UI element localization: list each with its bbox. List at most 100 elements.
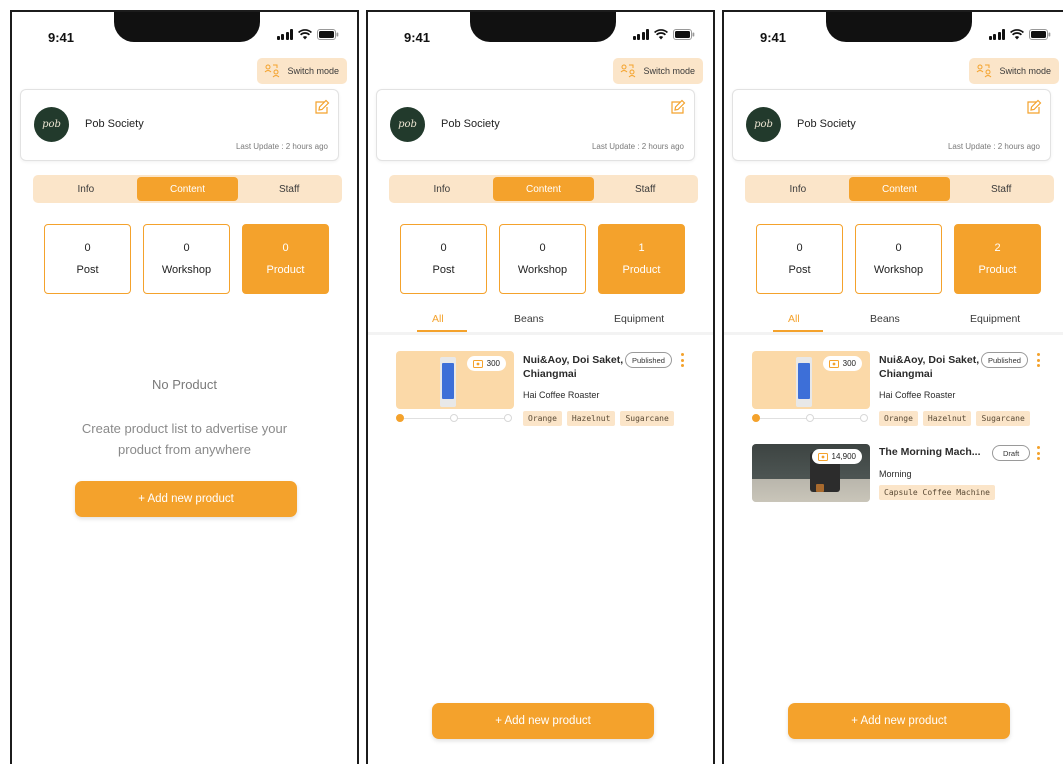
filter-beans[interactable]: Beans [870, 313, 900, 325]
more-options-icon[interactable] [681, 353, 685, 367]
filter-beans[interactable]: Beans [514, 313, 544, 325]
stat-workshop[interactable]: 0 Workshop [143, 224, 230, 294]
stat-post[interactable]: 0 Post [44, 224, 131, 294]
ticket-icon [472, 359, 483, 368]
pager-dot-active[interactable] [396, 414, 404, 422]
tab-bar: Info Content Staff [745, 175, 1054, 203]
pager-dot[interactable] [450, 414, 458, 422]
add-product-button[interactable]: + Add new product [788, 703, 1010, 739]
switch-mode-label: Switch mode [643, 66, 695, 76]
price-tag: 300 [822, 356, 862, 371]
tab-staff[interactable]: Staff [594, 177, 696, 201]
battery-icon [673, 29, 695, 40]
filter-all[interactable]: All [788, 313, 800, 325]
signal-icon [988, 29, 1005, 40]
filter-underline [417, 330, 467, 332]
ticket-icon [828, 359, 839, 368]
switch-mode-button[interactable]: Switch mode [969, 58, 1059, 84]
stat-count: 1 [638, 242, 645, 254]
more-options-icon[interactable] [1037, 446, 1041, 460]
status-time: 9:41 [48, 30, 75, 45]
battery-icon [317, 29, 339, 40]
screen-two-products: 9:41 Switch mode pob Pob Society Last Up… [722, 10, 1063, 764]
product-title[interactable]: Nui&Aoy, Doi Saket, Chiangmai [523, 353, 633, 381]
switch-mode-icon [977, 64, 992, 78]
stat-count: 0 [183, 242, 190, 254]
edit-icon[interactable] [314, 99, 330, 120]
stat-label: Post [432, 264, 455, 276]
wifi-icon [1010, 29, 1024, 40]
tab-info[interactable]: Info [35, 177, 137, 201]
add-product-button[interactable]: + Add new product [75, 481, 297, 517]
filter-equipment[interactable]: Equipment [970, 313, 1020, 325]
product-tags: Orange Hazelnut Sugarcane [879, 411, 1030, 426]
wifi-icon [298, 29, 312, 40]
tab-info[interactable]: Info [391, 177, 493, 201]
stat-workshop[interactable]: 0 Workshop [855, 224, 942, 294]
notch [470, 12, 616, 42]
last-update: Last Update : 2 hours ago [235, 142, 328, 151]
empty-title: No Product [151, 377, 218, 392]
screen-empty-products: 9:41 Switch mode pob Pob Society Last Up… [10, 10, 359, 764]
status-time: 9:41 [760, 30, 787, 45]
price-tag: 300 [466, 356, 506, 371]
signal-icon [632, 29, 649, 40]
coffee-cup-image [816, 484, 824, 492]
filter-tabs: All Beans Equipment [368, 309, 713, 335]
tab-staff[interactable]: Staff [238, 177, 340, 201]
empty-description: Create product list to advertise your pr… [81, 421, 288, 457]
switch-mode-button[interactable]: Switch mode [257, 58, 347, 84]
tab-content[interactable]: Content [136, 177, 239, 201]
add-product-button[interactable]: + Add new product [432, 703, 654, 739]
tag: Hazelnut [922, 411, 972, 426]
status-badge: Draft [992, 445, 1031, 461]
pager-dot[interactable] [860, 414, 868, 422]
stat-post[interactable]: 0 Post [756, 224, 843, 294]
filter-all[interactable]: All [432, 313, 444, 325]
tag: Sugarcane [976, 411, 1030, 426]
product-image[interactable]: 14,900 [752, 444, 870, 502]
pager-dot[interactable] [806, 414, 814, 422]
filter-equipment[interactable]: Equipment [614, 313, 664, 325]
filter-tabs: All Beans Equipment [724, 309, 1063, 335]
stat-label: Post [788, 264, 811, 276]
stat-product[interactable]: 0 Product [242, 224, 329, 294]
logo-text: pob [42, 119, 61, 130]
tab-info[interactable]: Info [747, 177, 849, 201]
product-shop: Hai Coffee Roaster [523, 390, 600, 400]
tab-staff[interactable]: Staff [950, 177, 1052, 201]
stat-product[interactable]: 2 Product [954, 224, 1041, 294]
product-title[interactable]: Nui&Aoy, Doi Saket, Chiangmai [879, 353, 989, 381]
product-shop: Morning [879, 469, 912, 479]
pager-dot[interactable] [504, 414, 512, 422]
coffee-bag-label [798, 363, 810, 399]
shop-card: pob Pob Society Last Update : 2 hours ag… [376, 89, 695, 161]
product-image[interactable]: 300 [396, 351, 514, 409]
logo-text: pob [754, 119, 773, 130]
tab-content[interactable]: Content [848, 177, 951, 201]
stat-count: 0 [796, 242, 803, 254]
avatar: pob [34, 107, 69, 142]
stat-label: Workshop [517, 264, 568, 276]
wifi-icon [654, 29, 668, 40]
edit-icon[interactable] [670, 99, 686, 120]
shop-name: Pob Society [797, 118, 856, 130]
switch-mode-button[interactable]: Switch mode [613, 58, 703, 84]
product-title[interactable]: The Morning Mach... [879, 446, 981, 458]
edit-icon[interactable] [1026, 99, 1042, 120]
product-image[interactable]: 300 [752, 351, 870, 409]
more-options-icon[interactable] [1037, 353, 1041, 367]
status-badge: Published [981, 352, 1028, 368]
tag: Sugarcane [620, 411, 674, 426]
pager-dot-active[interactable] [752, 414, 760, 422]
status-icons [632, 29, 696, 40]
stat-workshop[interactable]: 0 Workshop [499, 224, 586, 294]
tab-content[interactable]: Content [492, 177, 595, 201]
switch-mode-icon [265, 64, 280, 78]
last-update: Last Update : 2 hours ago [947, 142, 1040, 151]
stat-post[interactable]: 0 Post [400, 224, 487, 294]
stat-count: 0 [895, 242, 902, 254]
status-badge: Published [625, 352, 672, 368]
stat-label: Workshop [873, 264, 924, 276]
stat-product[interactable]: 1 Product [598, 224, 685, 294]
